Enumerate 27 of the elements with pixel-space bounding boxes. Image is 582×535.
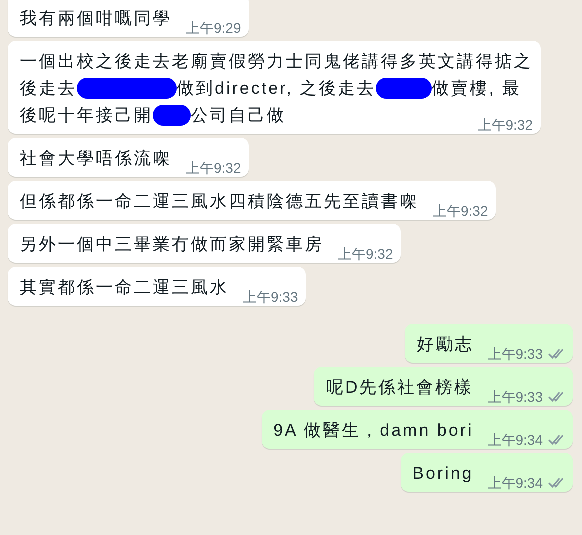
- message-text: 另外一個中三畢業冇做而家開緊車房: [20, 234, 324, 256]
- message-text: 9A 做醫生，damn bori: [274, 420, 474, 442]
- message-text: 後走去: [20, 78, 77, 100]
- redaction-mark: [376, 78, 432, 99]
- message-time: 上午9:32: [338, 244, 394, 262]
- message-time: 上午9:33: [243, 288, 298, 306]
- message-text: 後呢十年接己開: [20, 105, 153, 127]
- message-text: 做賣樓, 最: [432, 78, 522, 100]
- message-text: Boring: [412, 463, 474, 485]
- message-time: 上午9:33: [488, 388, 543, 406]
- message-text: 呢D先係社會榜樣: [326, 377, 474, 399]
- message-time: 上午9:29: [186, 18, 242, 36]
- message-text: 社會大學唔係流㗎: [20, 148, 172, 170]
- message-time: 上午9:34: [488, 430, 543, 448]
- redaction-mark: [153, 105, 191, 126]
- message-time: 上午9:34: [488, 474, 543, 492]
- message-text: 公司自己做: [191, 105, 286, 127]
- message-text: 一個出校之後走去老廟賣假勞力士同鬼佬講得多英文講得掂之: [20, 51, 533, 73]
- message-time: 上午9:32: [186, 158, 242, 176]
- message-text: 好勵志: [416, 334, 474, 356]
- message-text: 做到directer, 之後走去: [177, 78, 376, 100]
- message-text: 我有兩個咁嘅同學: [20, 8, 172, 30]
- message-time: 上午9:32: [478, 116, 533, 134]
- message-text: 但係都係一命二運三風水四積陰德五先至讀書㗎: [20, 191, 419, 213]
- message-time: 上午9:33: [488, 344, 543, 362]
- message-time: 上午9:32: [433, 202, 488, 220]
- message-text: 其實都係一命二運三風水: [20, 277, 229, 299]
